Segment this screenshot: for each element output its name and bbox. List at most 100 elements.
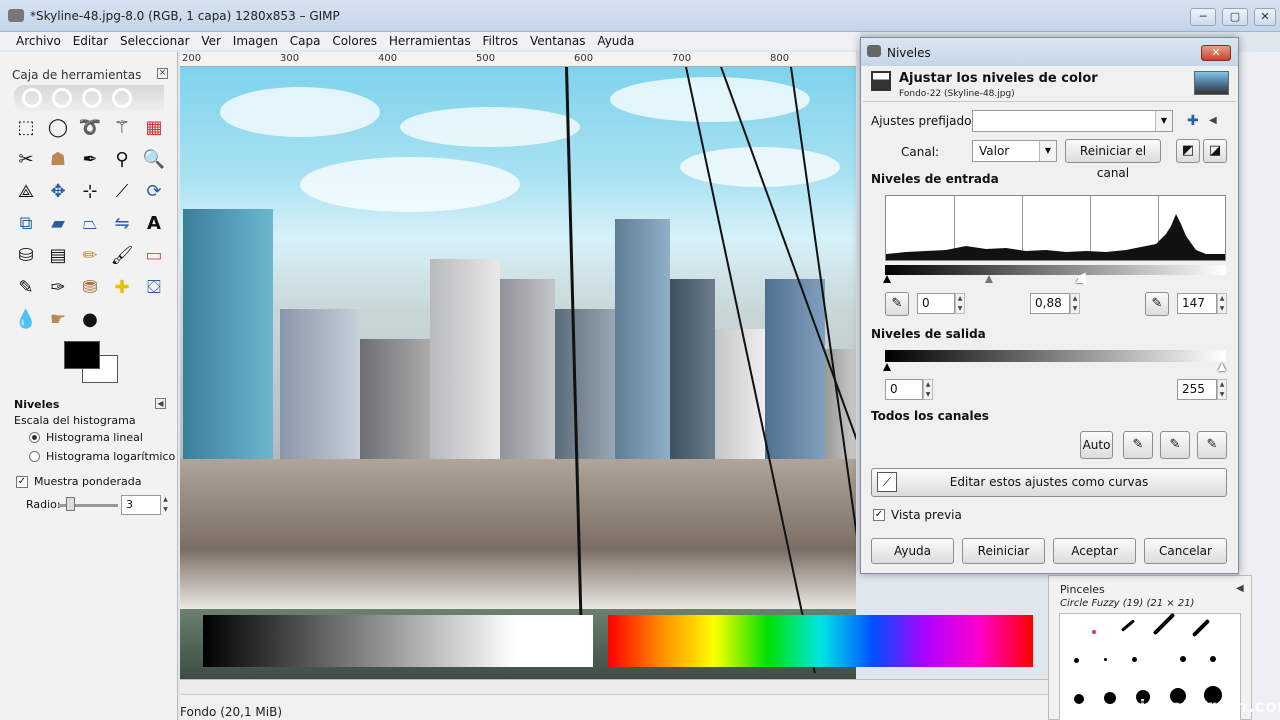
histogram [885,195,1226,261]
input-high-field[interactable]: 147 [1177,293,1217,314]
output-white-handle[interactable] [1218,363,1226,371]
preview-checkbox[interactable]: ✓ [873,509,885,521]
foreground-select-icon[interactable]: ☗ [46,148,70,172]
menu-capa[interactable]: Capa [286,32,325,50]
preset-menu-icon[interactable]: ◀ [1209,114,1217,128]
toolbox-title: Caja de herramientas [12,68,142,82]
input-low-spin[interactable]: ▲ ▼ [955,293,965,314]
flip-icon[interactable]: ⇋ [110,212,134,236]
wilber-drop-area[interactable] [14,85,164,111]
toolbox-close-icon[interactable]: × [157,68,168,79]
crop-icon[interactable]: ⟋ [110,180,134,204]
free-select-icon[interactable]: ➰ [78,116,102,140]
zoom-icon[interactable]: 🔍 [142,148,166,172]
menu-archivo[interactable]: Archivo [12,32,65,50]
menu-ayuda[interactable]: Ayuda [593,32,638,50]
dialog-close-button[interactable]: ✕ [1201,45,1231,61]
input-black-handle[interactable] [883,275,891,283]
pick-black-point-icon[interactable]: ✎ [885,292,909,316]
sample-merged-checkbox[interactable]: ✓ [16,476,28,488]
paintbrush-icon[interactable]: 🖌 [110,244,134,268]
perspective-icon[interactable]: ⏢ [78,212,102,236]
channel-combo[interactable]: Valor ▼ [972,140,1057,162]
linear-histogram-radio[interactable] [29,432,40,443]
foreground-color-swatch[interactable] [64,341,100,369]
output-low-spin[interactable]: ▲ ▼ [923,379,933,400]
output-levels-label: Niveles de salida [871,327,986,341]
reset-button[interactable]: Reiniciar [962,538,1045,564]
color-picker-icon[interactable]: ⚲ [110,148,134,172]
linear-histogram-icon[interactable]: ◩ [1176,139,1200,163]
dodge-burn-icon[interactable]: ● [78,308,102,332]
radius-slider-handle[interactable] [66,497,75,511]
edit-as-curves-button[interactable]: ⟋ Editar estos ajustes como curvas [871,468,1227,497]
blur-icon[interactable]: 💧 [14,308,38,332]
ink-icon[interactable]: ✑ [46,276,70,300]
scissors-select-icon[interactable]: ✂ [14,148,38,172]
input-high-spin[interactable]: ▲ ▼ [1217,293,1227,314]
cancel-button[interactable]: Cancelar [1144,538,1227,564]
move-icon[interactable]: ✥ [46,180,70,204]
minimize-button[interactable]: ─ [1190,8,1216,26]
input-gamma-field[interactable]: 0,88 [1030,293,1070,314]
pick-white-eyedropper-icon[interactable]: ✎ [1197,431,1227,459]
add-preset-icon[interactable]: ✚ [1187,114,1199,128]
output-high-field[interactable]: 255 [1177,379,1217,400]
log-histogram-icon[interactable]: ◪ [1203,139,1227,163]
pick-gray-eyedropper-icon[interactable]: ✎ [1160,431,1190,459]
help-button[interactable]: Ayuda [871,538,954,564]
input-gamma-handle[interactable] [985,275,993,283]
menu-filtros[interactable]: Filtros [478,32,522,50]
horizontal-scrollbar[interactable] [180,679,1048,693]
shear-icon[interactable]: ▰ [46,212,70,236]
menu-seleccionar[interactable]: Seleccionar [116,32,193,50]
rect-select-icon[interactable]: ⬚ [14,116,38,140]
menu-editar[interactable]: Editar [69,32,113,50]
ellipse-select-icon[interactable]: ◯ [46,116,70,140]
perspective-clone-icon[interactable]: ⛋ [142,276,166,300]
input-low-field[interactable]: 0 [917,293,955,314]
text-tool-icon[interactable]: A [142,212,166,236]
dialog-heading: Ajustar los niveles de color [899,71,1098,86]
rotate-icon[interactable]: ⟳ [142,180,166,204]
menu-ver[interactable]: Ver [197,32,225,50]
menu-imagen[interactable]: Imagen [229,32,282,50]
auto-button[interactable]: Auto [1080,431,1113,459]
menu-herramientas[interactable]: Herramientas [385,32,475,50]
select-by-color-icon[interactable]: ▦ [142,116,166,140]
fuzzy-select-icon[interactable]: ⚚ [110,116,134,140]
fg-bg-colors[interactable] [64,341,120,387]
input-gamma-spin[interactable]: ▲ ▼ [1070,293,1080,314]
output-black-handle[interactable] [883,363,891,371]
image-canvas[interactable] [180,67,856,679]
eraser-icon[interactable]: ▭ [142,244,166,268]
output-low-field[interactable]: 0 [885,379,923,400]
pick-black-eyedropper-icon[interactable]: ✎ [1123,431,1153,459]
radius-input[interactable]: 3 [121,495,161,515]
scale-icon[interactable]: ⧉ [14,212,38,236]
measure-icon[interactable]: ⟁ [14,180,38,204]
align-icon[interactable]: ⊹ [78,180,102,204]
paths-icon[interactable]: ✒ [78,148,102,172]
menu-colores[interactable]: Colores [328,32,381,50]
smudge-icon[interactable]: ☛ [46,308,70,332]
clone-icon[interactable]: ⛃ [78,276,102,300]
reset-channel-button[interactable]: Reiniciar el canal [1065,139,1161,180]
close-window-button[interactable]: ✕ [1254,8,1276,26]
pick-white-point-icon[interactable]: ✎ [1145,292,1169,316]
tool-options-menu-icon[interactable]: ◀ [155,398,166,409]
ok-button[interactable]: Aceptar [1053,538,1136,564]
presets-combo[interactable]: ▼ [972,110,1173,132]
maximize-button[interactable]: ▢ [1222,8,1248,26]
output-high-spin[interactable]: ▲ ▼ [1217,379,1227,400]
ruler-label: 600 [574,53,594,64]
heal-icon[interactable]: ✚ [110,276,134,300]
menu-ventanas[interactable]: Ventanas [526,32,590,50]
radius-spin-arrows[interactable]: ▲ ▼ [161,495,170,515]
blend-icon[interactable]: ▤ [46,244,70,268]
airbrush-icon[interactable]: ✎ [14,276,38,300]
pencil-icon[interactable]: ✏ [78,244,102,268]
log-histogram-radio[interactable] [29,451,40,462]
bucket-fill-icon[interactable]: ⛁ [14,244,38,268]
dock-menu-icon[interactable]: ◀ [1236,582,1244,596]
